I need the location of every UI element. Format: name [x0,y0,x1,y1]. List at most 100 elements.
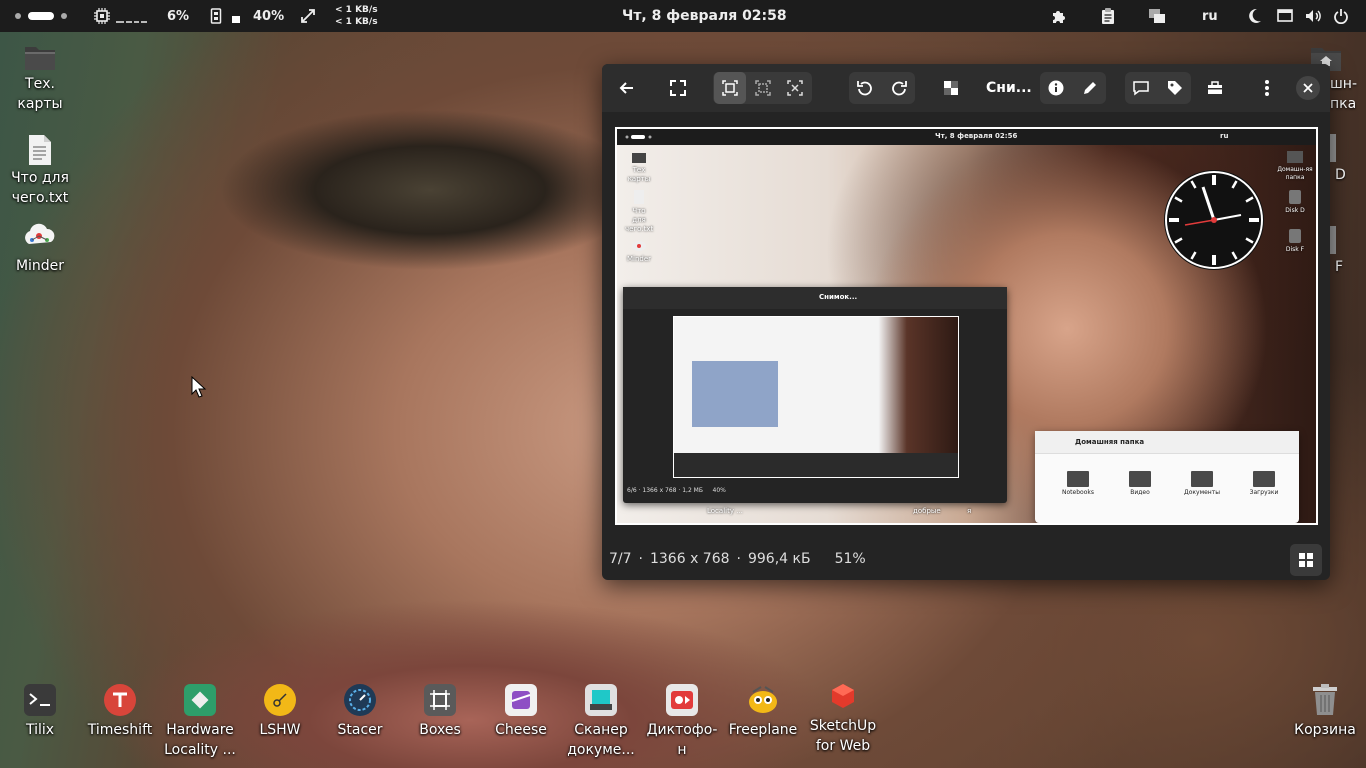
boxes-icon [424,684,456,716]
image-disk-f-icon [1289,229,1301,243]
disk-d-icon[interactable] [1330,134,1336,162]
keyboard-layout[interactable]: ru [1202,0,1218,32]
separator-dot: · [736,551,741,567]
night-light-button[interactable] [1248,0,1262,32]
network-up: < 1 KB/s [335,17,378,27]
network-indicator[interactable] [300,0,316,32]
dock-item-lshw[interactable]: LSHW [240,684,320,740]
desktop-icon-text-file[interactable]: Что для чего.txt [0,134,80,208]
terminal-glyph [29,693,50,706]
network-arrows-icon [301,9,315,23]
dock-item-stacer[interactable]: Stacer [320,684,400,740]
dock-item-boxes[interactable]: Boxes [400,684,480,740]
dock-item-sketchup[interactable]: SketchUp for Web [803,680,883,756]
cpu-icon [94,8,110,24]
back-button[interactable] [610,72,642,104]
dock-item-hardware-locality[interactable]: Hardware Locality ... [160,684,240,760]
stacer-icon [344,684,376,716]
image-bottom-label: добрые [913,507,941,515]
dock-item-timeshift[interactable]: Timeshift [80,684,160,740]
image-bottom-label: я [967,507,972,515]
puzzle-icon [1053,11,1065,23]
dock-label: Locality ... [164,742,236,758]
windows-button[interactable] [1148,0,1166,32]
tools-button[interactable] [1199,72,1231,104]
memory-indicator[interactable] [210,0,242,32]
edit-button[interactable] [1074,72,1106,104]
trash-icon [1309,684,1341,716]
dock-label: SketchUp [809,718,877,734]
desktop-icon-tech-cards[interactable]: Тех. карты [0,42,80,114]
image-files-title: Домашняя папка [1075,438,1145,446]
expand-icon [787,80,803,96]
disk-f-icon[interactable] [1330,226,1336,254]
extensions-button[interactable] [1051,0,1067,32]
tag-button[interactable] [1159,72,1191,104]
original-size-icon [755,80,771,96]
clipboard-button[interactable] [1101,0,1115,32]
scanner-icon [585,684,617,716]
image-folder-label: Notebooks [1062,489,1094,496]
image-text-file-icon [634,190,644,204]
dock-item-freeplane[interactable]: Freeplane [723,684,803,740]
screen-button[interactable] [1277,0,1293,32]
power-icon [1334,9,1348,24]
workspace-indicator[interactable] [12,0,70,32]
image-right-icons: Домашн-яя папка Disk D Disk F [1277,149,1313,254]
rotate-left-button[interactable] [849,72,881,104]
grid-icon [1299,553,1313,567]
dock-label: Boxes [419,722,461,738]
comment-button[interactable] [1125,72,1157,104]
transparency-button[interactable] [935,72,967,104]
mouse-cursor-icon [191,376,207,398]
gallery-button[interactable] [1290,544,1322,576]
dock-item-recorder[interactable]: Диктофо- н [642,684,722,760]
image-folder-glyph [1253,471,1275,487]
viewer-footer: 7/7 · 1366 x 768 · 996,4 кБ 51% [602,538,1330,580]
desktop-icon-minder[interactable]: Minder [0,222,80,276]
fit-best-button[interactable] [714,72,746,104]
home-folder-label-line: пка [1330,96,1357,112]
displayed-image[interactable]: Чт, 8 февраля 02:56 ru Тех карты Что для… [617,129,1316,523]
memory-percent: 40% [253,8,285,24]
close-button[interactable] [1296,76,1320,100]
desktop-icon-label: Что для [11,170,69,186]
dock-label: н [677,742,687,758]
fit-width-button[interactable] [779,72,811,104]
dock-label: докуме... [567,742,635,758]
clock[interactable]: Чт, 8 февраля 02:58 [622,0,787,32]
desktop-icon-label: чего.txt [11,190,69,206]
image-dimensions: 1366 x 768 [649,551,730,567]
volume-button[interactable] [1305,0,1323,32]
image-inner-title: Снимок... [819,293,858,301]
folder-icon [25,47,55,70]
menu-button[interactable] [1251,72,1283,104]
trash[interactable]: Корзина [1285,684,1365,740]
cpu-graph-icon [116,21,147,23]
fullscreen-button[interactable] [662,72,694,104]
image-workspace-icon [625,135,652,139]
image-folder-glyph [1067,471,1089,487]
rotate-right-button[interactable] [883,72,915,104]
desktop-icon-label: Minder [15,258,65,274]
separator-dot: · [638,551,643,567]
dock-item-scanner[interactable]: Сканер докуме... [561,684,641,760]
image-inner-footer: 6/6 · 1366 x 768 · 1,2 МБ 40% [627,487,726,494]
dock-item-cheese[interactable]: Cheese [481,684,561,740]
image-right-label: Disk F [1285,246,1305,253]
dock-item-tilix[interactable]: Tilix [0,684,80,740]
image-home-folder-icon [1287,151,1303,163]
checkerboard-icon [944,81,958,95]
dock-label: Freeplane [728,722,798,738]
home-folder-label-line: шн- [1330,76,1358,92]
info-button[interactable] [1040,72,1072,104]
image-inner-size: 1,2 МБ [682,487,703,494]
cpu-indicator[interactable] [94,0,148,32]
scanner-glyph [590,690,612,710]
dock-label: Tilix [25,722,55,738]
dock-label: for Web [815,738,871,754]
dock-label: Диктофо- [646,722,718,738]
fit-original-button[interactable] [747,72,779,104]
power-button[interactable] [1333,0,1349,32]
image-files-grid: Notebooks Видео Документы Загрузки [1047,469,1297,496]
